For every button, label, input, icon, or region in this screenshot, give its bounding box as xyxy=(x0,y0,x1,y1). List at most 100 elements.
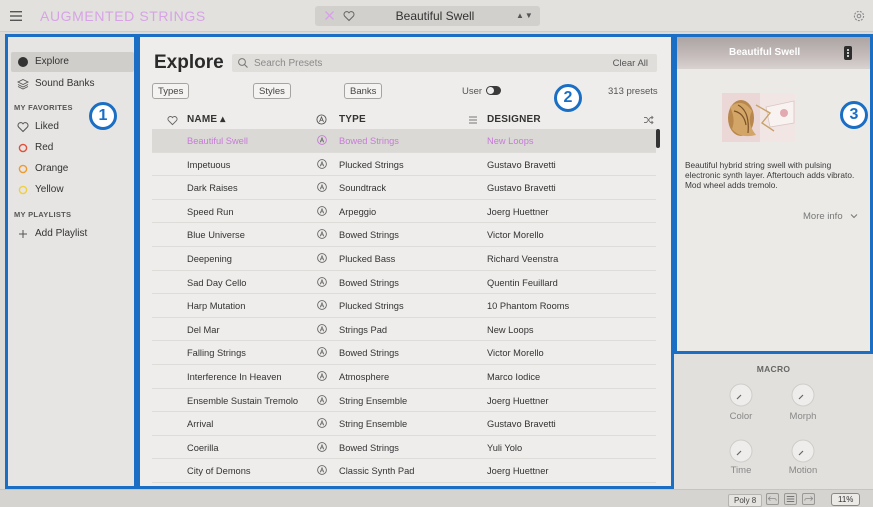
preset-type: Classic Synth Pad xyxy=(339,466,415,477)
preset-count: 313 presets xyxy=(608,86,658,97)
table-row[interactable]: Sad Day Cello Bowed Strings Quentin Feuill… xyxy=(152,271,656,295)
sidebar-item-orange[interactable]: Orange xyxy=(11,159,134,179)
more-options-icon[interactable] xyxy=(844,46,852,60)
sidebar-item-yellow[interactable]: Yellow xyxy=(11,180,134,200)
current-preset-bar[interactable]: Beautiful Swell ▲▼ xyxy=(315,6,540,26)
arturia-icon xyxy=(317,135,327,145)
preset-designer: Joerg Huettner xyxy=(487,206,549,217)
orange-circle-icon xyxy=(18,164,28,174)
shuffle-icon[interactable] xyxy=(643,115,654,125)
sidebar-item-label: Add Playlist xyxy=(35,228,88,239)
arturia-icon xyxy=(317,229,327,240)
table-row[interactable]: Coerilla Bowed Strings Yuli Yolo xyxy=(152,436,656,460)
preset-type: Strings Pad xyxy=(339,324,388,335)
time-knob[interactable] xyxy=(728,438,754,464)
table-row[interactable]: Speed Run Arpeggio Joerg Huettner xyxy=(152,200,656,224)
table-row[interactable]: Deepening Plucked Bass Richard Veenstra xyxy=(152,247,656,271)
callout-1: 1 xyxy=(89,102,117,130)
types-filter-button[interactable]: Types xyxy=(152,83,190,99)
morph-knob[interactable] xyxy=(790,382,816,408)
current-preset-name[interactable]: Beautiful Swell xyxy=(365,9,505,23)
preset-designer: Quentin Feuillard xyxy=(487,277,558,288)
callout-2: 2 xyxy=(554,84,582,112)
color-knob[interactable] xyxy=(728,382,754,408)
menu-icon[interactable] xyxy=(9,9,23,23)
macro-panel: MACRO Color Morph Time Motion xyxy=(674,354,873,489)
table-row[interactable]: Ensemble Sustain Tremolo String Ensemble J… xyxy=(152,389,656,413)
arturia-icon xyxy=(317,253,327,263)
table-row[interactable]: Harp Mutation Plucked Strings 10 Phantom R… xyxy=(152,294,656,318)
preset-designer: Gustavo Bravetti xyxy=(487,183,556,194)
preset-designer: New Loops xyxy=(487,136,534,146)
heart-column-icon[interactable] xyxy=(167,115,178,126)
cpu-meter: 11% xyxy=(831,493,861,506)
sidebar-item-label: Liked xyxy=(35,121,59,132)
sidebar-item-label: Red xyxy=(35,142,54,153)
preset-type: Bowed Strings xyxy=(339,230,399,241)
sidebar-item-sound-banks[interactable]: Sound Banks xyxy=(11,74,134,94)
undo-icon[interactable] xyxy=(766,493,779,505)
preset-type: Bowed Strings xyxy=(339,442,399,453)
preset-type: Plucked Strings xyxy=(339,301,404,312)
arturia-icon xyxy=(317,465,327,476)
motion-knob[interactable] xyxy=(790,438,816,464)
table-row[interactable]: Interference In Heaven Atmosphere Marco Io… xyxy=(152,365,656,389)
list-icon[interactable] xyxy=(468,115,478,125)
table-row[interactable]: Del Mar Strings Pad New Loops xyxy=(152,318,656,342)
arturia-icon xyxy=(317,371,327,381)
sidebar-item-label: Sound Banks xyxy=(35,78,95,89)
designer-column-header[interactable]: DESIGNER xyxy=(487,114,541,125)
banks-filter-button[interactable]: Banks xyxy=(344,83,383,99)
preset-type: Bowed Strings xyxy=(339,136,399,146)
arturia-icon xyxy=(317,441,327,452)
sidebar-item-red[interactable]: Red xyxy=(11,138,134,158)
styles-filter-button[interactable]: Styles xyxy=(253,83,291,99)
preset-designer: Richard Veenstra xyxy=(487,253,559,264)
arturia-icon xyxy=(317,205,327,216)
redo-icon[interactable] xyxy=(802,493,815,505)
add-playlist-button[interactable]: Add Playlist xyxy=(11,224,134,244)
preset-type: Plucked Strings xyxy=(339,159,404,170)
table-row[interactable]: City of Demons Classic Synth Pad Joerg Hue… xyxy=(152,459,656,483)
preset-name: Coerilla xyxy=(187,442,219,453)
preset-name: Dark Raises xyxy=(187,183,238,194)
table-row[interactable]: Impetuous Plucked Strings Gustavo Bravetti xyxy=(152,153,656,177)
preset-name: Arrival xyxy=(187,419,214,430)
preset-designer: 10 Phantom Rooms xyxy=(487,301,570,312)
arturia-column-icon[interactable] xyxy=(316,114,327,125)
more-info-button[interactable]: More info xyxy=(803,211,858,222)
table-row-selected[interactable]: Beautiful Swell Bowed Strings New Loops xyxy=(152,129,656,153)
preset-designer: Marco Iodice xyxy=(487,371,541,382)
sidebar-item-explore[interactable]: Explore xyxy=(11,52,134,72)
arturia-icon xyxy=(317,182,327,193)
yellow-circle-icon xyxy=(18,185,28,195)
table-row[interactable]: Blue Universe Bowed Strings Victor Morello xyxy=(152,223,656,247)
preset-name: Ensemble Sustain Tremolo xyxy=(187,395,299,406)
history-list-icon[interactable] xyxy=(784,493,797,505)
heart-icon[interactable] xyxy=(343,10,355,22)
preset-nav-arrows[interactable]: ▲▼ xyxy=(516,11,534,20)
table-row[interactable]: Arrival String Ensemble Gustavo Bravetti xyxy=(152,412,656,436)
close-icon[interactable] xyxy=(324,10,335,21)
preset-type: String Ensemble xyxy=(339,395,408,406)
preset-name: City of Demons xyxy=(187,466,251,477)
arturia-icon xyxy=(317,276,327,287)
preset-name: Interference In Heaven xyxy=(187,371,282,382)
table-row[interactable]: Falling Strings Bowed Strings Victor Morel… xyxy=(152,341,656,365)
preset-designer: Victor Morello xyxy=(487,230,544,241)
gear-icon[interactable] xyxy=(852,9,866,23)
preset-name: Beautiful Swell xyxy=(187,136,248,146)
preset-type: String Ensemble xyxy=(339,419,408,430)
user-toggle[interactable] xyxy=(486,86,501,95)
clear-all-button[interactable]: Clear All xyxy=(613,58,648,69)
name-column-header[interactable]: NAME ▴ xyxy=(187,114,225,125)
scrollbar[interactable] xyxy=(656,129,660,148)
preset-name: Blue Universe xyxy=(187,230,245,241)
table-row[interactable]: Dark Raises Soundtrack Gustavo Bravetti xyxy=(152,176,656,200)
polyphony-display[interactable]: Poly 8 xyxy=(728,494,763,507)
type-column-header[interactable]: TYPE xyxy=(339,114,366,125)
preset-name: Impetuous xyxy=(187,159,231,170)
arturia-icon xyxy=(317,347,327,358)
plus-icon xyxy=(19,230,27,238)
search-input[interactable]: Search Presets Clear All xyxy=(232,54,657,72)
